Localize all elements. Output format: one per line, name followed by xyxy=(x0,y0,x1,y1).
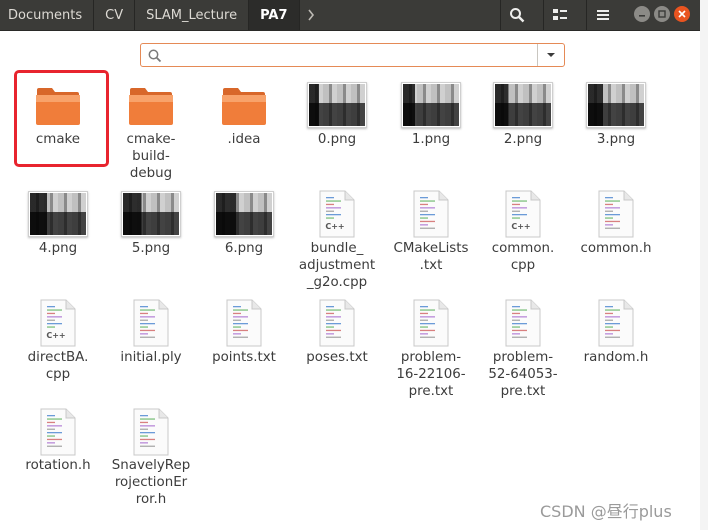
item-icon xyxy=(197,187,291,241)
item-label: rotation.h xyxy=(25,458,91,473)
svg-text:C++: C++ xyxy=(46,331,65,340)
image-thumbnail xyxy=(28,191,88,237)
item-label: 6.png xyxy=(224,241,264,256)
image-thumbnail xyxy=(493,82,553,128)
folder-icon xyxy=(222,88,266,125)
cpp-file-icon: C++ xyxy=(505,190,541,238)
text-file-icon xyxy=(40,408,76,456)
item-label: CMakeLists .txt xyxy=(393,241,469,273)
item-label: 3.png xyxy=(596,132,636,147)
item-icon xyxy=(104,405,198,459)
item-label: poses.txt xyxy=(306,350,368,365)
item-label: points.txt xyxy=(212,350,276,365)
item-icon xyxy=(197,78,291,132)
image-thumbnail xyxy=(586,82,646,128)
item-icon xyxy=(11,187,105,241)
selection-highlight-box xyxy=(14,70,109,167)
item-icon xyxy=(384,187,478,241)
image-thumbnail xyxy=(214,191,274,237)
image-thumbnail xyxy=(307,82,367,128)
item-icon xyxy=(384,296,478,350)
item-label: random.h xyxy=(583,350,649,365)
image-thumbnail xyxy=(121,191,181,237)
item-label: bundle_ adjustment _g2o.cpp xyxy=(298,241,376,290)
item-icon: C++ xyxy=(476,187,570,241)
text-file-icon xyxy=(133,408,169,456)
item-icon xyxy=(290,296,384,350)
item-icon xyxy=(384,78,478,132)
item-icon xyxy=(569,187,663,241)
item-icon xyxy=(569,296,663,350)
item-label: 1.png xyxy=(411,132,451,147)
text-file-icon xyxy=(505,299,541,347)
text-file-icon xyxy=(598,190,634,238)
svg-text:C++: C++ xyxy=(325,222,344,231)
item-icon xyxy=(197,296,291,350)
item-label: directBA. cpp xyxy=(27,350,89,382)
cpp-file-icon: C++ xyxy=(319,190,355,238)
item-label: problem- 16-22106- pre.txt xyxy=(396,350,466,399)
item-icon xyxy=(476,78,570,132)
item-label: initial.ply xyxy=(120,350,182,365)
text-file-icon xyxy=(133,299,169,347)
item-icon xyxy=(11,405,105,459)
text-file-icon xyxy=(226,299,262,347)
item-label: SnavelyRep rojectionEr ror.h xyxy=(111,458,191,507)
item-label: 0.png xyxy=(317,132,357,147)
item-icon: C++ xyxy=(11,296,105,350)
item-icon xyxy=(476,296,570,350)
item-label: common. cpp xyxy=(491,241,555,273)
item-icon xyxy=(569,78,663,132)
text-file-icon xyxy=(319,299,355,347)
item-label: 2.png xyxy=(503,132,543,147)
text-file-icon xyxy=(413,299,449,347)
item-icon xyxy=(104,187,198,241)
folder-icon xyxy=(129,88,173,125)
item-label: 4.png xyxy=(38,241,78,256)
item-icon xyxy=(104,296,198,350)
item-label: .idea xyxy=(227,132,261,147)
item-icon xyxy=(104,78,198,132)
adjacent-window-edge xyxy=(700,0,708,530)
watermark: CSDN @昼行plus xyxy=(540,502,672,521)
cpp-file-icon: C++ xyxy=(40,299,76,347)
item-label: common.h xyxy=(580,241,652,256)
text-file-icon xyxy=(413,190,449,238)
image-thumbnail xyxy=(401,82,461,128)
item-label: problem- 52-64053- pre.txt xyxy=(488,350,558,399)
item-icon xyxy=(290,78,384,132)
item-label: 5.png xyxy=(131,241,171,256)
item-icon: C++ xyxy=(290,187,384,241)
text-file-icon xyxy=(598,299,634,347)
item-label: cmake- build- debug xyxy=(126,132,176,181)
svg-text:C++: C++ xyxy=(511,222,530,231)
